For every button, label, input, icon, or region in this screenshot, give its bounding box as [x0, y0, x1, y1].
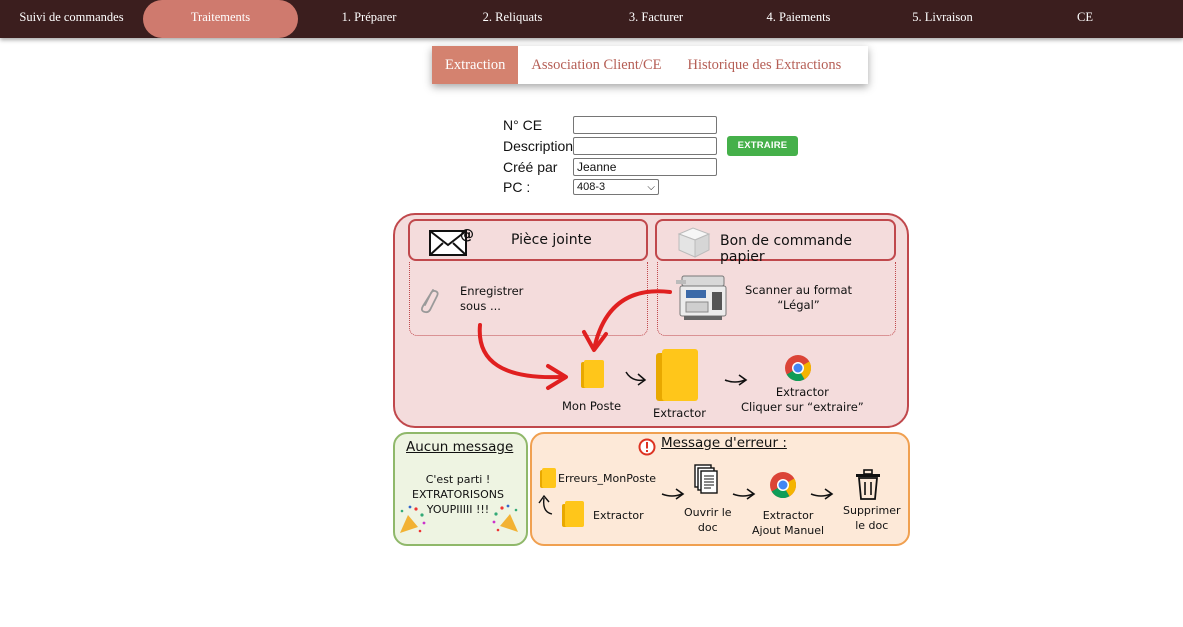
nav-reliquats[interactable]: 2. Reliquats: [440, 0, 585, 38]
tab-association-client-ce[interactable]: Association Client/CE: [518, 46, 674, 84]
chrome-icon: [769, 471, 797, 504]
nav-preparer[interactable]: 1. Préparer: [298, 0, 440, 38]
extractor-click-line-2: Cliquer sur “extraire”: [741, 400, 864, 414]
extractor-click-text: Extractor Cliquer sur “extraire”: [741, 385, 864, 415]
svg-text:@: @: [460, 227, 474, 243]
success-title: Aucun message: [406, 439, 514, 455]
party-popper-icon: [490, 502, 522, 541]
extractor-label: Extractor: [653, 406, 706, 420]
paper-order-header: Bon de commande papier: [655, 219, 896, 265]
tab-extraction[interactable]: Extraction: [432, 46, 519, 84]
nav-paiements[interactable]: 4. Paiements: [727, 0, 870, 38]
paper-stack-icon: [675, 224, 713, 264]
folder-icon: [579, 358, 605, 395]
tab-historique-extractions[interactable]: Historique des Extractions: [675, 46, 855, 84]
envelope-icon: @: [428, 225, 476, 261]
arrow-up-icon: [536, 492, 556, 523]
chevron-down-icon: ⌵: [647, 182, 655, 193]
nav-ce[interactable]: CE: [1015, 0, 1155, 38]
pc-label: PC :: [503, 179, 531, 195]
folder-icon: [539, 467, 557, 494]
ce-number-label: N° CE: [503, 117, 543, 133]
manual-add-line-1: Extractor: [762, 509, 814, 522]
scan-format-text: Scanner au format “Légal”: [745, 283, 852, 313]
arrow-right-icon: [731, 487, 757, 506]
attachment-title: Pièce jointe: [511, 232, 592, 248]
attachment-header: @ Pièce jointe: [408, 219, 648, 261]
top-navigation: Suivi de commandes Traitements 1. Prépar…: [0, 0, 1183, 38]
documents-icon: [693, 463, 719, 500]
nav-suivi-commandes[interactable]: Suivi de commandes: [0, 0, 143, 38]
extractor-click-line-1: Extractor: [775, 385, 829, 399]
paper-order-title: Bon de commande papier: [720, 233, 852, 265]
folder-icon: [561, 500, 585, 533]
extraction-tabs: Extraction Association Client/CE Histori…: [432, 46, 868, 84]
chrome-icon: [784, 354, 812, 387]
scanner-icon: [672, 270, 732, 329]
description-label: Description: [503, 138, 574, 154]
nav-traitements[interactable]: Traitements: [143, 0, 298, 38]
scan-format-line-1: Scanner au format: [745, 283, 853, 297]
description-input[interactable]: [573, 137, 717, 155]
manual-add-line-2: Ajout Manuel: [752, 524, 825, 537]
error-extractor-label: Extractor: [593, 509, 644, 522]
mon-poste-label: Mon Poste: [562, 399, 622, 413]
manual-add-text: Extractor Ajout Manuel: [752, 508, 824, 538]
arrow-right-icon: [809, 487, 835, 506]
party-popper-icon: [396, 503, 428, 542]
paperclip-icon: [418, 286, 440, 319]
pc-select[interactable]: 408-3 ⌵: [573, 179, 659, 195]
open-doc-line-1: Ouvrir le: [684, 506, 732, 519]
scan-format-line-2: “Légal”: [777, 298, 820, 312]
nav-facturer[interactable]: 3. Facturer: [585, 0, 727, 38]
delete-doc-text: Supprimer le doc: [843, 503, 901, 533]
pc-select-value: 408-3: [577, 181, 606, 193]
created-by-label: Créé par: [503, 159, 558, 175]
arrow-right-icon: [624, 368, 650, 393]
open-doc-line-2: doc: [697, 521, 718, 534]
extractor-folder-icon: [654, 347, 700, 408]
open-doc-text: Ouvrir le doc: [684, 505, 732, 535]
errors-folder-label: Erreurs_MonPoste: [558, 472, 657, 485]
extract-button[interactable]: EXTRAIRE: [727, 136, 798, 156]
success-line-1: C'est parti !: [425, 473, 491, 486]
error-title: Message d'erreur :: [661, 435, 787, 451]
delete-doc-line-2: le doc: [855, 519, 889, 532]
success-line-2: EXTRATORISONS: [412, 488, 504, 501]
warning-icon: [638, 438, 656, 461]
ce-number-input[interactable]: [573, 116, 717, 134]
arrow-right-icon: [660, 487, 686, 506]
delete-doc-line-1: Supprimer: [843, 504, 901, 517]
nav-livraison[interactable]: 5. Livraison: [870, 0, 1015, 38]
created-by-input[interactable]: [573, 158, 717, 176]
trash-icon: [854, 469, 882, 506]
